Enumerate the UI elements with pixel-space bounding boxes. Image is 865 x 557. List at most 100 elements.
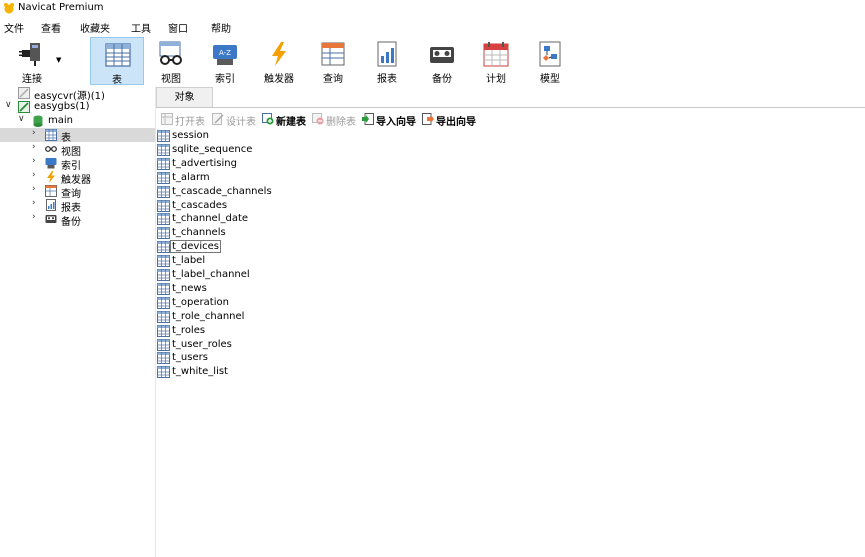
expand-chevron-icon[interactable]: ›: [32, 156, 36, 166]
connect-dropdown-icon[interactable]: ▼: [56, 56, 61, 64]
expand-chevron-icon[interactable]: ›: [32, 212, 36, 222]
backup-icon: [45, 215, 57, 223]
expand-chevron-icon[interactable]: ›: [32, 170, 36, 180]
table-icon: [157, 296, 170, 309]
svg-text:A-Z: A-Z: [219, 49, 231, 57]
design-table-icon: [212, 113, 224, 125]
menu-tools[interactable]: 工具: [131, 20, 151, 35]
delete-table-icon: [312, 113, 324, 125]
table-icon: [157, 241, 170, 254]
table-name: sqlite_sequence: [172, 143, 253, 155]
report-icon: [46, 199, 56, 211]
report-button[interactable]: 报表: [360, 37, 414, 85]
table-name: t_alarm: [172, 171, 210, 183]
model-label: 模型: [540, 74, 560, 85]
table-name: t_channels: [172, 227, 226, 239]
table-icon: [157, 352, 170, 365]
delete-table-label: 删除表: [326, 117, 356, 128]
connection-tree: easycvr(源)(1) ∨ easygbs(1) ∨ main › 表 ›: [0, 86, 156, 557]
table-icon: [157, 143, 170, 156]
table-icon: [157, 171, 170, 184]
table-name: t_devices: [170, 240, 221, 254]
index-button[interactable]: A-Z 索引: [198, 37, 252, 85]
lightning-icon: [272, 42, 286, 66]
table-name: t_user_roles: [172, 338, 232, 350]
model-icon: [539, 41, 561, 67]
tree-connection-easygbs[interactable]: ∨ easygbs(1): [0, 100, 155, 114]
new-table-icon: [262, 113, 274, 125]
tree-item-indexes[interactable]: › 索引: [0, 156, 155, 172]
connection-label: easygbs(1): [34, 101, 90, 112]
view-label: 视图: [161, 74, 181, 85]
table-list: session sqlite_sequence t_advertising t_ala…: [156, 129, 865, 557]
tab-objects[interactable]: 对象: [156, 87, 213, 107]
new-table-label: 新建表: [276, 117, 306, 128]
model-button[interactable]: 模型: [523, 37, 577, 85]
export-wizard-label: 导出向导: [436, 117, 476, 128]
calendar-icon: [483, 42, 509, 67]
table-name: t_news: [172, 282, 207, 294]
table-icon: [157, 185, 170, 198]
expand-chevron-icon[interactable]: ›: [32, 142, 36, 152]
expand-chevron-icon[interactable]: ›: [32, 184, 36, 194]
backup-label: 备份: [432, 74, 452, 85]
table-icon: [157, 255, 170, 268]
connect-label: 连接: [22, 74, 42, 85]
table-name: t_cascades: [172, 199, 228, 211]
table-name: t_advertising: [172, 157, 237, 169]
query-button[interactable]: 查询: [306, 37, 360, 85]
open-table-icon: [161, 113, 173, 125]
connect-button[interactable]: 连接: [5, 37, 59, 85]
tree-item-reports[interactable]: › 报表: [0, 198, 155, 214]
menu-window[interactable]: 窗口: [168, 20, 188, 35]
menu-favorites[interactable]: 收藏夹: [80, 20, 110, 35]
open-table-label: 打开表: [175, 117, 205, 128]
tree-item-label: 备份: [61, 217, 81, 228]
export-icon: [422, 113, 434, 125]
tree-item-triggers[interactable]: › 触发器: [0, 170, 155, 186]
tree-schema-main[interactable]: ∨ main: [0, 114, 155, 128]
query-icon: [321, 42, 345, 66]
tree-item-queries[interactable]: › 查询: [0, 184, 155, 200]
glasses-icon: [45, 146, 57, 152]
report-icon: [377, 41, 397, 67]
table-name: t_white_list: [172, 366, 228, 378]
tree-connection-easycvr[interactable]: easycvr(源)(1): [0, 86, 155, 102]
tree-item-backups[interactable]: › 备份: [0, 212, 155, 228]
main-toolbar: 连接 ▼ 表 视图 A-Z 索引 触发器 查询 报表 备份 计划 模型: [0, 36, 865, 86]
report-label: 报表: [377, 74, 397, 85]
view-button[interactable]: 视图: [144, 37, 198, 85]
import-wizard-label: 导入向导: [376, 117, 416, 128]
expand-chevron-icon[interactable]: ›: [32, 128, 36, 138]
table-name: t_label_channel: [172, 269, 250, 280]
table-button[interactable]: 表: [90, 37, 144, 86]
menu-help[interactable]: 帮助: [211, 20, 231, 35]
navicat-logo-icon: [4, 3, 14, 14]
expand-chevron-icon[interactable]: ∨: [5, 100, 12, 110]
table-name: session: [172, 130, 210, 141]
backup-button[interactable]: 备份: [415, 37, 469, 85]
table-name: t_role_channel: [172, 310, 245, 322]
glasses-icon: [159, 41, 182, 65]
tree-item-views[interactable]: › 视图: [0, 142, 155, 158]
menu-view[interactable]: 查看: [41, 20, 61, 35]
expand-chevron-icon[interactable]: ›: [32, 198, 36, 208]
table-icon: [157, 324, 170, 337]
table-icon: [157, 157, 170, 170]
menu-bar: 文件 查看 收藏夹 工具 窗口 帮助: [0, 18, 865, 35]
tree-item-tables[interactable]: › 表: [0, 128, 155, 144]
index-icon: A-Z: [213, 45, 237, 65]
table-icon: [45, 129, 57, 141]
table-name: t_operation: [172, 296, 229, 308]
expand-chevron-icon[interactable]: ∨: [18, 114, 25, 124]
sqlite-connection-icon: [18, 101, 30, 113]
tab-strip: 对象: [156, 87, 865, 108]
schedule-button[interactable]: 计划: [469, 37, 523, 85]
menu-file[interactable]: 文件: [4, 20, 24, 35]
table-label: 表: [112, 75, 122, 86]
schedule-label: 计划: [486, 74, 506, 85]
index-icon: [45, 158, 57, 169]
trigger-button[interactable]: 触发器: [252, 37, 306, 85]
table-icon: [157, 199, 170, 212]
table-icon: [157, 338, 170, 351]
